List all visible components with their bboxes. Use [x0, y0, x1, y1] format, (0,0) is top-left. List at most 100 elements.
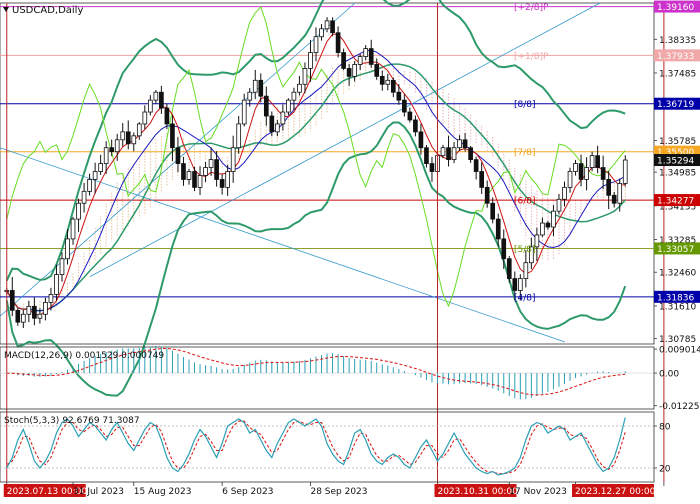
bull-candle — [286, 99, 291, 113]
bear-candle — [424, 147, 429, 164]
bull-candle — [523, 262, 529, 279]
bear-candle — [578, 163, 584, 180]
bear-candle — [506, 258, 512, 279]
murray-level-tag: [4/8] — [514, 293, 536, 303]
bear-candle — [512, 278, 518, 291]
bull-candle — [98, 163, 103, 172]
bull-candle — [76, 202, 81, 220]
bull-candle — [319, 28, 324, 38]
bull-candle — [20, 313, 26, 323]
bear-candle — [595, 155, 600, 168]
bull-candle — [302, 68, 308, 85]
stochastic-tick-label: 80 — [659, 423, 671, 433]
bull-candle — [87, 179, 92, 192]
bull-candle — [357, 56, 363, 65]
bear-candle — [330, 20, 335, 34]
stochastic-values: 92.6769 71.3087 — [62, 416, 139, 426]
bull-candle — [37, 313, 43, 319]
bear-candle — [346, 68, 352, 77]
bull-candle — [59, 258, 65, 276]
time-highlight-label: 2023.12.27 00:00 — [575, 487, 656, 497]
bull-candle — [540, 222, 545, 236]
level-price-label: 1.34277 — [657, 197, 694, 207]
murray-level-tag: [+1/8]P — [514, 52, 549, 62]
bull-candle — [280, 111, 286, 125]
bull-candle — [247, 91, 253, 101]
bull-candle — [225, 171, 230, 188]
bull-candle — [440, 147, 446, 157]
bear-candle — [181, 163, 186, 180]
bear-candle — [258, 79, 264, 97]
chart-title: USDCAD,Daily — [3, 5, 83, 16]
bear-candle — [368, 48, 374, 65]
time-tick-label: 6 Sep 2023 — [222, 487, 273, 497]
bull-candle — [573, 163, 578, 172]
bull-candle — [589, 155, 595, 168]
price-tick-label: 1.34985 — [659, 169, 696, 179]
bear-candle — [159, 91, 164, 109]
bear-candle — [501, 238, 507, 260]
murray-level-tag: [7/8] — [514, 148, 536, 158]
bull-candle — [48, 294, 54, 303]
bear-candle — [341, 52, 346, 69]
level-price-label: 1.33057 — [657, 245, 694, 255]
bull-candle — [562, 186, 567, 200]
chart-canvas: [+2/8]P[+1/8]P[8/8][7/8][6/8][5/8][4/8] … — [0, 0, 700, 500]
bull-candle — [120, 131, 126, 141]
level-price-label: 1.35294 — [657, 157, 694, 167]
bull-candle — [622, 159, 628, 184]
price-tick-label: 1.31610 — [659, 302, 696, 312]
bull-candle — [252, 79, 258, 93]
bull-candle — [324, 20, 330, 30]
bull-candle — [363, 48, 369, 57]
bull-candle — [186, 171, 192, 180]
bear-candle — [407, 111, 413, 121]
bull-candle — [385, 79, 391, 85]
level-price-label: 1.37933 — [657, 52, 694, 62]
bear-candle — [269, 115, 275, 133]
bull-candle — [291, 91, 297, 101]
bull-candle — [457, 139, 462, 149]
bear-candle — [490, 202, 496, 220]
bull-candle — [70, 218, 76, 240]
bear-candle — [109, 147, 115, 153]
bull-candle — [352, 64, 357, 77]
stochastic-name: Stoch(5,3,3) — [4, 416, 59, 426]
bull-candle — [297, 83, 302, 93]
bear-candle — [484, 186, 490, 204]
bull-candle — [556, 198, 562, 212]
bull-candle — [197, 175, 203, 188]
bull-candle — [131, 135, 137, 145]
macd-tick-label: -0.012252 — [659, 402, 700, 412]
bear-candle — [402, 99, 407, 113]
bull-candle — [114, 139, 120, 153]
bear-candle — [219, 179, 225, 188]
bull-candle — [617, 183, 623, 204]
time-tick-label: 28 Sep 2023 — [310, 487, 367, 497]
bear-candle — [446, 147, 451, 161]
price-tick-label: 1.35785 — [659, 137, 696, 147]
bear-candle — [390, 79, 396, 93]
bull-candle — [103, 147, 109, 164]
bull-candle — [65, 238, 70, 260]
bear-candle — [170, 123, 175, 149]
bear-candle — [545, 222, 551, 228]
time-highlight-label: 2023.10.31 00:00 — [437, 487, 518, 497]
bull-candle — [92, 171, 98, 180]
time-tick-label: 31 Jul 2023 — [73, 487, 124, 497]
bear-candle — [32, 305, 37, 319]
price-tick-label: 1.30785 — [659, 335, 696, 345]
price-tick-label: 1.32460 — [659, 269, 696, 279]
macd-tick-label: 0.00 — [659, 370, 679, 380]
bull-candle — [236, 123, 242, 149]
bull-candle — [142, 111, 148, 125]
bear-candle — [462, 139, 468, 149]
bull-candle — [313, 36, 319, 53]
bull-candle — [26, 305, 32, 315]
macd-values: 0.001529 0.000749 — [75, 351, 164, 361]
bull-candle — [230, 147, 236, 172]
bear-candle — [479, 171, 484, 188]
bull-candle — [241, 99, 247, 125]
bear-candle — [192, 171, 197, 188]
bear-candle — [175, 147, 181, 164]
